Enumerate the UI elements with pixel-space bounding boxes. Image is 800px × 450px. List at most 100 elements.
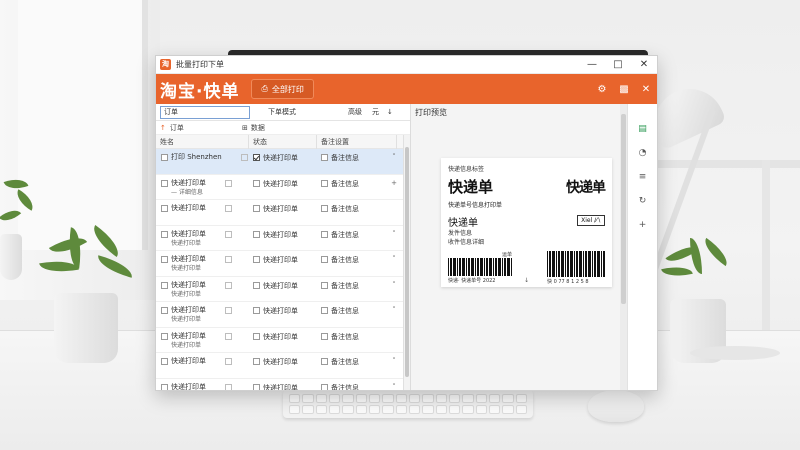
table-row[interactable]: 打印 Shenzhen 快递打印单 备注信息 ˅ bbox=[156, 149, 403, 175]
maximize-button[interactable]: □ bbox=[605, 56, 631, 74]
table-row[interactable]: 快递打印单 快递打印单 备注信息 ˅ bbox=[156, 353, 403, 379]
keyboard-key bbox=[515, 405, 527, 414]
note-checkbox[interactable] bbox=[321, 383, 328, 390]
row-checkbox[interactable] bbox=[161, 179, 168, 187]
status-checkbox[interactable] bbox=[253, 307, 260, 314]
table-row[interactable]: 快递打印单 快递打印单 快递打印单 备注信息 ˅ bbox=[156, 251, 403, 277]
table-row[interactable]: 快递打印单 快递打印单 快递打印单 备注信息 ˅ bbox=[156, 302, 403, 328]
note-checkbox[interactable] bbox=[321, 332, 328, 340]
shipping-label-preview[interactable]: 快递信息标签 快递单 快递单 快递单号信息打印单 快递单 Xiel ∕⁄∖ 发件… bbox=[441, 158, 612, 287]
status-checkbox[interactable] bbox=[253, 256, 260, 263]
close-panel-icon[interactable]: ✕ bbox=[635, 74, 657, 104]
status-checkbox[interactable] bbox=[253, 230, 260, 238]
table-row[interactable]: 快递打印单 快递打印单 备注信息 ˅ bbox=[156, 379, 403, 391]
row-flag-checkbox[interactable] bbox=[225, 281, 232, 289]
row-flag-checkbox[interactable] bbox=[225, 358, 232, 365]
close-button[interactable]: ✕ bbox=[631, 56, 657, 74]
refresh-icon[interactable]: ↻ bbox=[636, 194, 650, 208]
note-checkbox[interactable] bbox=[321, 281, 328, 289]
status-checkbox[interactable] bbox=[253, 179, 260, 187]
row-name: 快递打印单 bbox=[171, 204, 206, 213]
note-checkbox[interactable] bbox=[321, 205, 328, 212]
history-icon[interactable]: ◔ bbox=[636, 146, 650, 160]
note-checkbox[interactable] bbox=[321, 307, 328, 314]
row-checkbox[interactable] bbox=[161, 154, 168, 161]
row-flag-checkbox[interactable] bbox=[225, 205, 232, 212]
table-row[interactable]: 快递打印单 快递打印单 快递打印单 备注信息 ˅ bbox=[156, 226, 403, 251]
table-row[interactable]: 快递打印单 快递打印单 备注信息 bbox=[156, 200, 403, 226]
row-flag-checkbox[interactable] bbox=[225, 256, 232, 263]
row-name-text: 快递打印单 bbox=[171, 178, 206, 187]
row-sub-text: 快递打印单 bbox=[171, 265, 202, 272]
row-status-text: 快递打印单 bbox=[263, 307, 298, 315]
note-checkbox[interactable] bbox=[321, 154, 328, 161]
settings-icon[interactable]: ⚙ bbox=[591, 74, 613, 104]
table-row[interactable]: 快递打印单 快递打印单 快递打印单 备注信息 ˅ bbox=[156, 277, 403, 302]
status-checkbox[interactable] bbox=[253, 383, 260, 390]
barcode-bar bbox=[601, 251, 602, 277]
preview-scrollbar[interactable] bbox=[620, 104, 627, 390]
row-flag-checkbox[interactable] bbox=[225, 230, 232, 238]
note-checkbox[interactable] bbox=[321, 358, 328, 365]
barcode-bar bbox=[507, 258, 510, 276]
row-action[interactable]: ˅ bbox=[387, 357, 401, 365]
status-checkbox[interactable] bbox=[253, 154, 260, 161]
note-checkbox[interactable] bbox=[321, 256, 328, 263]
minimize-button[interactable]: — bbox=[579, 56, 605, 74]
row-action[interactable]: + bbox=[387, 179, 401, 187]
row-checkbox[interactable] bbox=[161, 358, 168, 365]
add-icon[interactable]: + bbox=[636, 218, 650, 232]
option-a[interactable]: 元 bbox=[372, 107, 379, 117]
sort-arrow-icon[interactable]: ↑ bbox=[160, 124, 166, 132]
preview-scrollbar-thumb[interactable] bbox=[621, 114, 626, 304]
status-checkbox[interactable] bbox=[253, 205, 260, 212]
status-checkbox[interactable] bbox=[253, 281, 260, 289]
barcode-bar bbox=[489, 258, 492, 276]
dropdown-icon[interactable]: ↓ bbox=[387, 108, 393, 116]
window-title: 批量打印下单 bbox=[176, 60, 224, 69]
print-all-button[interactable]: ⎙ 全部打印 bbox=[251, 79, 314, 99]
row-checkbox[interactable] bbox=[161, 383, 168, 390]
row-flag-checkbox[interactable] bbox=[240, 154, 248, 161]
row-checkbox[interactable] bbox=[161, 281, 168, 289]
row-action[interactable]: ˅ bbox=[387, 383, 401, 391]
row-action[interactable]: ˅ bbox=[387, 281, 401, 289]
row-flag-checkbox[interactable] bbox=[225, 307, 232, 314]
layers-icon[interactable]: ≡ bbox=[636, 170, 650, 184]
column-status[interactable]: 状态 bbox=[249, 134, 317, 149]
barcode-bar bbox=[570, 251, 573, 277]
row-flag-checkbox[interactable] bbox=[225, 332, 232, 340]
barcode-bar bbox=[493, 258, 494, 276]
row-checkbox[interactable] bbox=[161, 307, 168, 314]
row-note-text: 备注信息 bbox=[331, 205, 359, 213]
advanced-selector[interactable]: 高级 bbox=[348, 107, 362, 117]
note-checkbox[interactable] bbox=[321, 179, 328, 187]
status-checkbox[interactable] bbox=[253, 332, 260, 340]
list-scrollbar[interactable] bbox=[403, 135, 410, 390]
row-checkbox[interactable] bbox=[161, 205, 168, 212]
row-checkbox[interactable] bbox=[161, 230, 168, 238]
note-checkbox[interactable] bbox=[321, 230, 328, 238]
row-action[interactable]: ˅ bbox=[387, 255, 401, 263]
row-flag-checkbox[interactable] bbox=[225, 383, 232, 390]
barcode-left bbox=[448, 258, 512, 276]
row-checkbox[interactable] bbox=[161, 256, 168, 263]
row-action[interactable]: ˅ bbox=[387, 230, 401, 238]
scrollbar-thumb[interactable] bbox=[405, 147, 409, 377]
row-action[interactable]: ˅ bbox=[387, 153, 401, 161]
barcode-bar bbox=[453, 258, 456, 276]
row-name-cell: 快递打印单 快递打印单 bbox=[156, 332, 249, 350]
column-name[interactable]: 姓名 bbox=[156, 134, 249, 149]
row-action[interactable]: ˅ bbox=[387, 306, 401, 314]
table-row[interactable]: 快递打印单 快递打印单 快递打印单 备注信息 bbox=[156, 328, 403, 353]
row-checkbox[interactable] bbox=[161, 332, 168, 340]
column-note[interactable]: 备注设置 bbox=[317, 134, 397, 149]
clipboard-icon[interactable]: ▩ bbox=[613, 74, 635, 104]
row-flag-checkbox[interactable] bbox=[225, 179, 232, 187]
save-icon[interactable]: ▤ bbox=[636, 122, 650, 136]
table-row[interactable]: 快递打印单 — 详细信息 快递打印单 备注信息 + bbox=[156, 175, 403, 200]
search-input[interactable] bbox=[160, 105, 250, 119]
desk-lamp bbox=[641, 60, 780, 360]
filter-mode-selector[interactable]: 下单模式 bbox=[268, 107, 296, 117]
status-checkbox[interactable] bbox=[253, 358, 260, 365]
